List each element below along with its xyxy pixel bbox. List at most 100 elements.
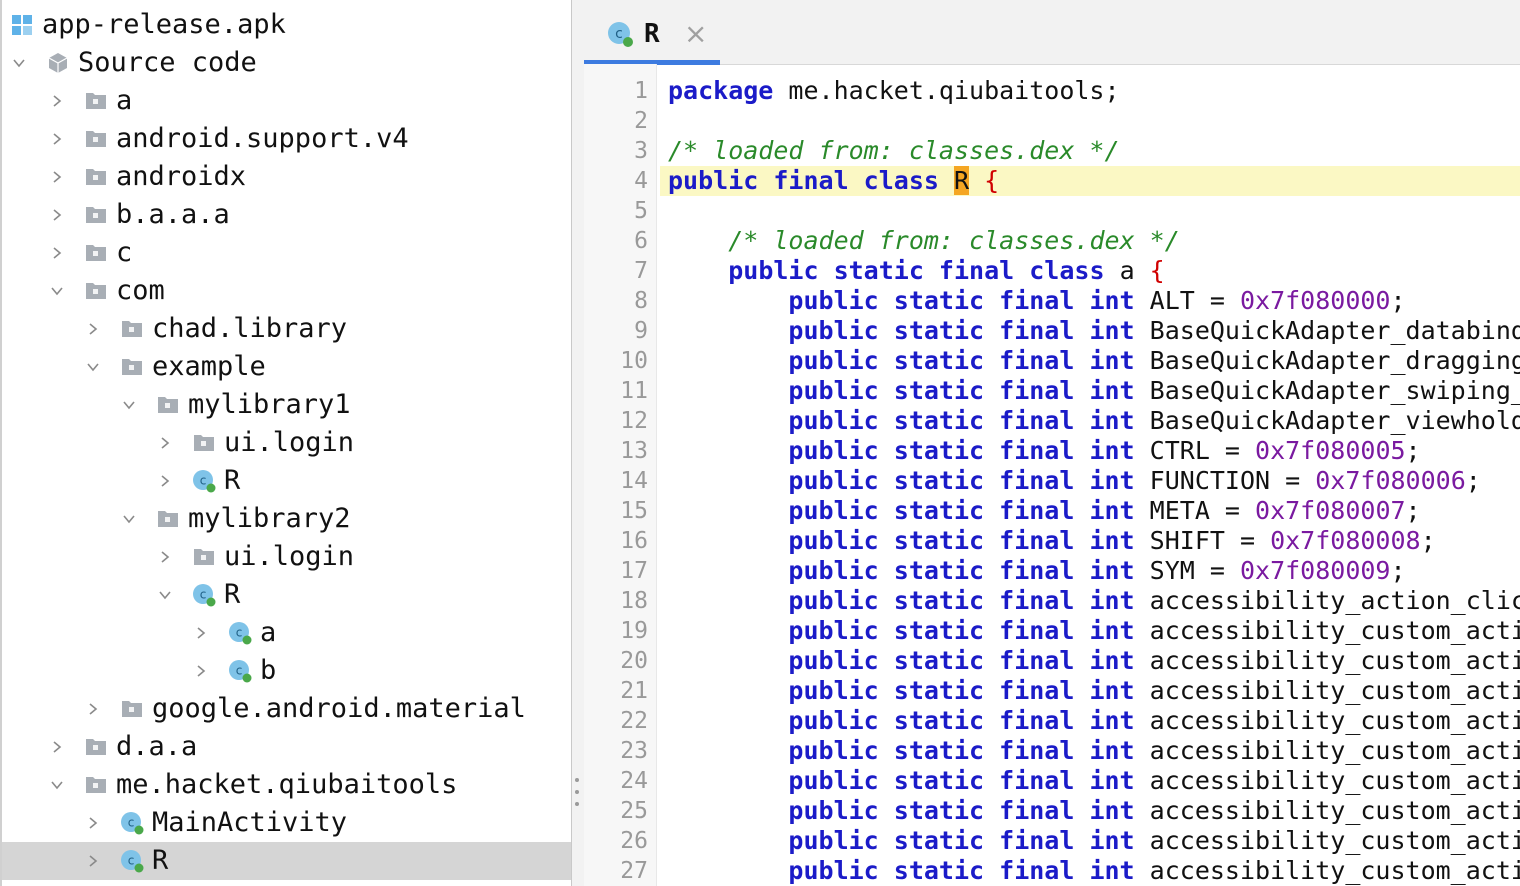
code-line[interactable]: 23 public static final int accessibility… — [584, 736, 1520, 766]
code-token: accessibility_custom_action_1 — [1149, 676, 1520, 705]
tree-item[interactable]: android.support.v4 — [2, 120, 571, 158]
tree-item[interactable]: chad.library — [2, 310, 571, 348]
code-line[interactable]: 10 public static final int BaseQuickAdap… — [584, 346, 1520, 376]
chevron-right-icon[interactable] — [50, 132, 64, 146]
tree-item[interactable]: me.hacket.qiubaitools — [2, 766, 571, 804]
tree-item[interactable]: c — [2, 234, 571, 272]
chevron-down-icon[interactable] — [158, 588, 172, 602]
chevron-down-icon[interactable] — [50, 778, 64, 792]
code-line[interactable]: 18 public static final int accessibility… — [584, 586, 1520, 616]
code-line[interactable]: 12 public static final int BaseQuickAdap… — [584, 406, 1520, 436]
line-number: 24 — [620, 768, 648, 794]
code-line[interactable]: 9 public static final int BaseQuickAdapt… — [584, 316, 1520, 346]
code-line[interactable]: 1 package me.hacket.qiubaitools; — [584, 76, 1520, 106]
tree-item[interactable]: androidx — [2, 158, 571, 196]
code-line[interactable]: 13 public static final int CTRL = 0x7f08… — [584, 436, 1520, 466]
chevron-right-icon[interactable] — [50, 94, 64, 108]
chevron-right-icon[interactable] — [50, 740, 64, 754]
code-line[interactable]: 26 public static final int accessibility… — [584, 826, 1520, 856]
tree-item[interactable]: ca — [2, 614, 571, 652]
tree-item-label: MainActivity — [152, 807, 348, 838]
chevron-right-icon[interactable] — [86, 816, 100, 830]
code-line[interactable]: 14 public static final int FUNCTION = 0x… — [584, 466, 1520, 496]
code-token: ; — [1390, 556, 1406, 585]
tree-item-label: androidx — [116, 161, 247, 192]
code-text: public static final int BaseQuickAdapter… — [660, 316, 1520, 346]
tree-item[interactable]: Source code — [2, 44, 571, 82]
panel-splitter[interactable] — [572, 0, 584, 886]
tree-item[interactable]: app-release.apk — [2, 6, 571, 44]
code-line[interactable]: 8 public static final int ALT = 0x7f0800… — [584, 286, 1520, 316]
class-icon: c — [228, 659, 252, 683]
code-line[interactable]: 24 public static final int accessibility… — [584, 766, 1520, 796]
package-icon — [46, 51, 70, 75]
chevron-down-icon[interactable] — [86, 360, 100, 374]
tree-item[interactable]: cR — [2, 462, 571, 500]
tree-item[interactable]: cR — [2, 842, 571, 880]
chevron-down-icon[interactable] — [122, 398, 136, 412]
chevron-right-icon[interactable] — [50, 170, 64, 184]
tree-item[interactable]: ui.login — [2, 424, 571, 462]
code-line[interactable]: 21 public static final int accessibility… — [584, 676, 1520, 706]
close-icon[interactable]: × — [684, 18, 707, 50]
tree-item[interactable]: com — [2, 272, 571, 310]
line-number: 2 — [634, 108, 648, 134]
tree-item[interactable]: google.android.material — [2, 690, 571, 728]
code-line[interactable]: 5 — [584, 196, 1520, 226]
tab-r[interactable]: c R × — [584, 0, 720, 65]
code-line[interactable]: 2 — [584, 106, 1520, 136]
tree-item-label: a — [260, 617, 277, 648]
code-line[interactable]: 27 public static final int accessibility… — [584, 856, 1520, 886]
chevron-down-icon[interactable] — [122, 512, 136, 526]
code-line[interactable]: 11 public static final int BaseQuickAdap… — [584, 376, 1520, 406]
code-text: public static final int accessibility_ac… — [660, 586, 1520, 616]
tree-item[interactable]: example — [2, 348, 571, 386]
line-number: 13 — [620, 438, 648, 464]
project-tree-panel[interactable]: app-release.apk Source code a android.suppo… — [0, 0, 572, 886]
tree-item[interactable]: mylibrary2 — [2, 500, 571, 538]
tree-item[interactable]: a — [2, 82, 571, 120]
folder-icon — [192, 545, 216, 569]
chevron-right-icon[interactable] — [86, 702, 100, 716]
chevron-right-icon[interactable] — [194, 626, 208, 640]
code-line[interactable]: 15 public static final int META = 0x7f08… — [584, 496, 1520, 526]
code-token: accessibility_custom_action_1 — [1149, 766, 1520, 795]
chevron-right-icon[interactable] — [194, 664, 208, 678]
chevron-right-icon[interactable] — [86, 322, 100, 336]
tree-item[interactable]: cR — [2, 576, 571, 614]
tree-item[interactable]: d.a.a — [2, 728, 571, 766]
chevron-right-icon[interactable] — [158, 436, 172, 450]
chevron-down-icon[interactable] — [50, 284, 64, 298]
code-token: public static final int — [788, 436, 1135, 465]
chevron-right-icon[interactable] — [158, 550, 172, 564]
tree-item[interactable]: mylibrary1 — [2, 386, 571, 424]
class-icon: c — [120, 811, 144, 835]
code-line[interactable]: 7 public static final class a { — [584, 256, 1520, 286]
chevron-right-icon[interactable] — [50, 246, 64, 260]
code-line[interactable]: 3 /* loaded from: classes.dex */ — [584, 136, 1520, 166]
code-line[interactable]: 17 public static final int SYM = 0x7f080… — [584, 556, 1520, 586]
code-line[interactable]: 20 public static final int accessibility… — [584, 646, 1520, 676]
code-area[interactable]: 1 package me.hacket.qiubaitools; 2 3/* load… — [584, 64, 1520, 886]
tree-item[interactable]: c MainActivity — [2, 804, 571, 842]
tree-item[interactable]: ui.login — [2, 538, 571, 576]
code-token: BaseQuickAdapter_swiping_supp — [1149, 376, 1520, 405]
code-line[interactable]: 16 public static final int SHIFT = 0x7f0… — [584, 526, 1520, 556]
code-text: public static final int accessibility_cu… — [660, 646, 1520, 676]
chevron-right-icon[interactable] — [158, 474, 172, 488]
chevron-right-icon[interactable] — [50, 208, 64, 222]
code-token: FUNCTION = — [1134, 466, 1316, 495]
tree-item-label: chad.library — [152, 313, 348, 344]
chevron-down-icon[interactable] — [12, 56, 26, 70]
code-text: public static final int accessibility_cu… — [660, 736, 1520, 766]
code-line[interactable]: 25 public static final int accessibility… — [584, 796, 1520, 826]
code-line[interactable]: 19 public static final int accessibility… — [584, 616, 1520, 646]
code-line[interactable]: 22 public static final int accessibility… — [584, 706, 1520, 736]
splitter-grip-icon[interactable] — [574, 778, 580, 806]
code-line[interactable]: 4 public final class R { — [584, 166, 1520, 196]
tree-item[interactable]: b.a.a.a — [2, 196, 571, 234]
code-line[interactable]: 6 /* loaded from: classes.dex */ — [584, 226, 1520, 256]
tree-item[interactable]: cb — [2, 652, 571, 690]
chevron-right-icon[interactable] — [86, 854, 100, 868]
